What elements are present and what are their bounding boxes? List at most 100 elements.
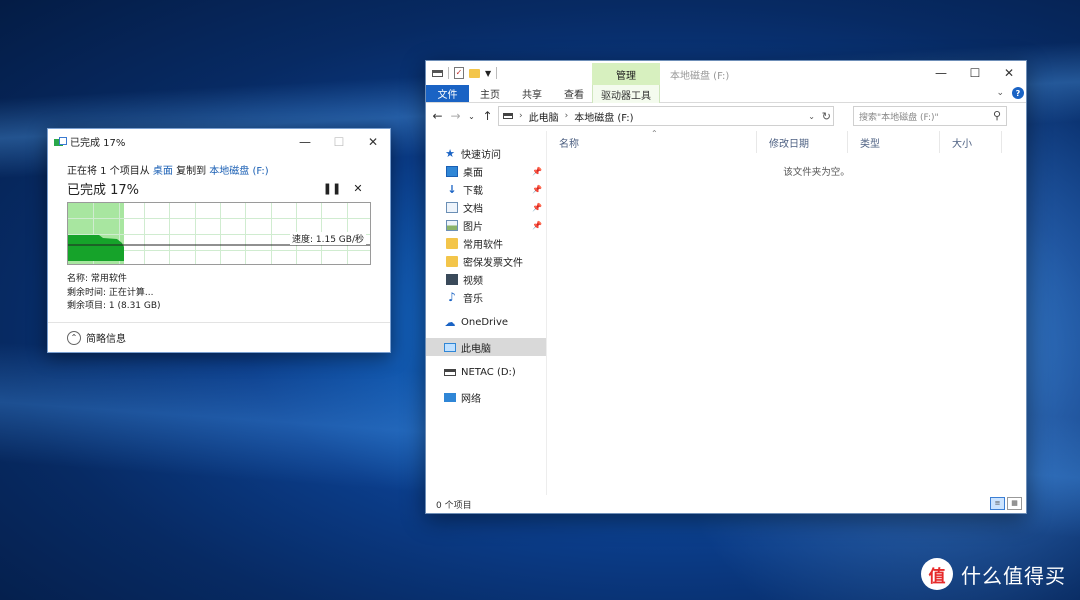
address-bar[interactable]: › 此电脑 › 本地磁盘 (F:) ⌄ ↻: [498, 106, 834, 126]
pin-icon: 📌: [532, 184, 542, 194]
folder-icon: [446, 237, 458, 249]
watermark-text: 什么值得买: [961, 563, 1066, 588]
ribbon-tabs: 文件 主页 共享 查看 驱动器工具 ⌄ ?: [426, 85, 1026, 103]
drive-icon: [432, 69, 443, 77]
up-arrow-icon[interactable]: ↑: [480, 109, 495, 123]
properties-icon[interactable]: ✓: [454, 67, 464, 79]
copy-prefix: 正在将 1 个项目从: [67, 166, 150, 177]
empty-folder-message: 该文件夹为空。: [783, 167, 850, 178]
search-input[interactable]: 搜索"本地磁盘 (F:)" ⚲: [853, 106, 1007, 126]
explorer-titlebar[interactable]: ✓ ▼ 管理 本地磁盘 (F:) — ☐ ✕: [426, 61, 1026, 85]
copy-dialog-titlebar[interactable]: 已完成 17% — ☐ ✕: [48, 129, 390, 154]
sidebar-item-quick-access[interactable]: ★ 快速访问: [426, 144, 546, 162]
tab-view[interactable]: 查看: [553, 85, 595, 102]
chevron-right-icon[interactable]: ›: [519, 111, 523, 121]
details-view-icon[interactable]: ≡: [990, 497, 1005, 510]
column-size[interactable]: 大小: [940, 131, 1002, 153]
minimize-button[interactable]: —: [288, 129, 322, 154]
search-icon[interactable]: ⚲: [993, 109, 1001, 122]
pause-icon[interactable]: ❚❚: [319, 182, 345, 195]
desktop-icon: [446, 165, 458, 177]
sidebar-item-downloads[interactable]: ↓ 下载 📌: [426, 180, 546, 198]
new-folder-icon[interactable]: [469, 68, 480, 78]
large-icons-view-icon[interactable]: ▦: [1007, 497, 1022, 510]
customize-toolbar-icon[interactable]: ▼: [485, 69, 491, 78]
sidebar-item-desktop[interactable]: 桌面 📌: [426, 162, 546, 180]
navigation-pane: ★ 快速访问 桌面 📌 ↓ 下载 📌 文档 📌 图片 📌 常用软件 密保发票文件…: [426, 131, 547, 495]
sidebar-item-network[interactable]: 网络: [426, 388, 546, 406]
chevron-down-icon[interactable]: ⌄: [808, 112, 815, 121]
less-details-button[interactable]: ⌃ 简略信息: [48, 322, 390, 352]
destination-link[interactable]: 本地磁盘 (F:): [209, 166, 268, 177]
help-icon[interactable]: ?: [1012, 87, 1024, 99]
chevron-right-icon[interactable]: ›: [565, 111, 569, 121]
status-bar: 0 个项目 ≡ ▦: [426, 495, 1026, 513]
picture-icon: [446, 219, 458, 231]
column-date-modified[interactable]: 修改日期: [757, 131, 848, 153]
sidebar-item-invoice-files[interactable]: 密保发票文件: [426, 252, 546, 270]
copy-dialog-title: 已完成 17%: [70, 138, 126, 149]
column-type[interactable]: 类型: [848, 131, 940, 153]
chevron-up-icon: ⌃: [67, 330, 81, 345]
breadcrumb-this-pc[interactable]: 此电脑: [529, 109, 559, 124]
sidebar-item-label: 视频: [463, 275, 483, 287]
time-remaining: 剩余时间: 正在计算...: [67, 287, 154, 298]
sidebar-item-label: 文档: [463, 203, 483, 215]
copy-progress-dialog: 已完成 17% — ☐ ✕ 正在将 1 个项目从 桌面 复制到 本地磁盘 (F:…: [47, 128, 391, 353]
copy-description: 正在将 1 个项目从 桌面 复制到 本地磁盘 (F:): [67, 162, 371, 177]
copy-mid: 复制到: [176, 166, 207, 177]
sidebar-item-label: 图片: [463, 221, 483, 233]
file-list[interactable]: ⌃ 名称 修改日期 类型 大小 该文件夹为空。: [547, 129, 1026, 495]
expand-ribbon-icon[interactable]: ⌄: [996, 88, 1004, 98]
explorer-title: 本地磁盘 (F:): [670, 71, 730, 82]
sidebar-item-label: 常用软件: [463, 239, 503, 251]
sidebar-item-videos[interactable]: 视频: [426, 270, 546, 288]
breadcrumb-drive[interactable]: 本地磁盘 (F:): [574, 109, 633, 124]
drive-icon: [444, 368, 456, 376]
computer-icon: [444, 342, 456, 352]
tab-drive-tools[interactable]: 驱动器工具: [592, 85, 660, 103]
address-row: ← → ⌄ ↑ › 此电脑 › 本地磁盘 (F:) ⌄ ↻ 搜索"本地磁盘 (F…: [426, 103, 1026, 129]
refresh-icon[interactable]: ↻: [822, 110, 831, 123]
cloud-icon: ☁: [444, 315, 456, 329]
less-details-label: 简略信息: [86, 334, 126, 345]
tab-share[interactable]: 共享: [511, 85, 553, 102]
search-placeholder: 搜索"本地磁盘 (F:)": [859, 112, 939, 123]
speed-label: 速度: 1.15 GB/秒: [290, 232, 366, 245]
quick-access-toolbar: ✓ ▼: [426, 61, 498, 85]
watermark-logo: 值: [921, 558, 953, 590]
sidebar-item-common-software[interactable]: 常用软件: [426, 234, 546, 252]
column-headers: ⌃ 名称 修改日期 类型 大小: [547, 129, 1026, 153]
sidebar-item-netac[interactable]: NETAC (D:): [426, 363, 546, 381]
pin-icon: 📌: [532, 166, 542, 176]
minimize-button[interactable]: —: [924, 61, 958, 85]
sidebar-item-pictures[interactable]: 图片 📌: [426, 216, 546, 234]
close-button[interactable]: ✕: [992, 61, 1026, 85]
sidebar-item-this-pc[interactable]: 此电脑: [426, 338, 546, 356]
file-explorer-window: ✓ ▼ 管理 本地磁盘 (F:) — ☐ ✕ 文件 主页 共享 查看 驱动器工具…: [425, 60, 1027, 514]
pin-icon: 📌: [532, 220, 542, 230]
sidebar-item-label: 音乐: [463, 293, 483, 305]
tab-manage[interactable]: 管理: [592, 63, 660, 85]
tab-file[interactable]: 文件: [426, 85, 469, 102]
forward-arrow-icon: →: [450, 109, 461, 123]
sidebar-item-music[interactable]: ♪ 音乐: [426, 288, 546, 306]
copy-icon: [54, 136, 67, 147]
close-icon[interactable]: ✕: [345, 182, 371, 195]
sidebar-item-onedrive[interactable]: ☁ OneDrive: [426, 313, 546, 331]
sidebar-item-label: 网络: [461, 393, 481, 405]
transfer-speed-graph: 速度: 1.15 GB/秒: [67, 202, 371, 265]
tab-home[interactable]: 主页: [469, 85, 511, 102]
recent-locations-icon[interactable]: ⌄: [466, 112, 477, 121]
back-arrow-icon[interactable]: ←: [430, 109, 445, 123]
close-button[interactable]: ✕: [356, 129, 390, 154]
sidebar-item-documents[interactable]: 文档 📌: [426, 198, 546, 216]
network-icon: [444, 392, 456, 402]
sidebar-item-label: 密保发票文件: [463, 257, 523, 269]
source-link[interactable]: 桌面: [153, 166, 173, 177]
maximize-button[interactable]: ☐: [958, 61, 992, 85]
sidebar-item-label: 此电脑: [461, 343, 491, 355]
video-icon: [446, 273, 458, 285]
pin-icon: 📌: [532, 202, 542, 212]
watermark: 值 什么值得买: [921, 558, 1066, 590]
